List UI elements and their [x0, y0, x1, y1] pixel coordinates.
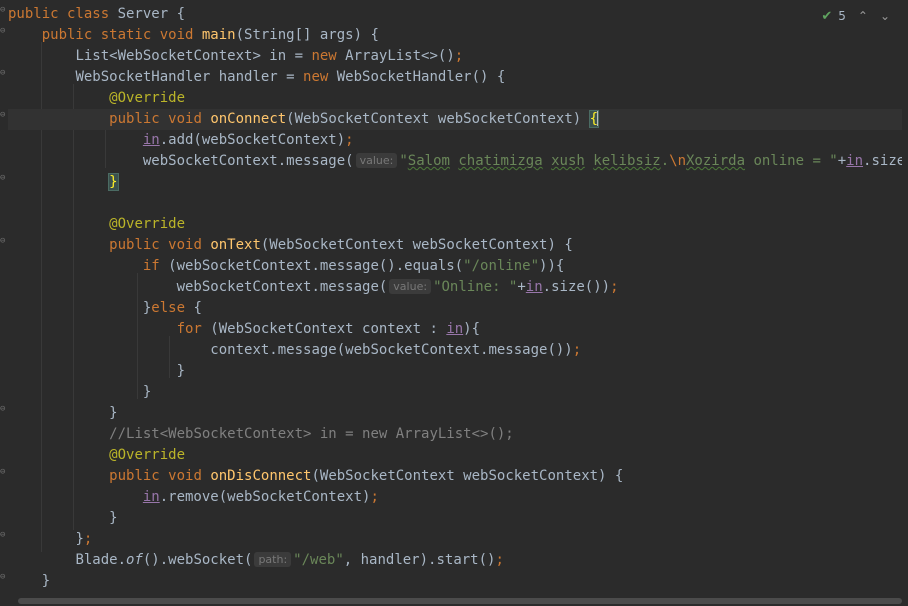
inspections-widget[interactable]: ✔ 5 ⌃ ⌄ — [821, 7, 890, 25]
code-line-27[interactable]: Blade.of().webSocket(path: "/web", handle… — [8, 550, 908, 571]
code-line-12[interactable]: public void onText(WebSocketContext webS… — [8, 235, 908, 256]
code-line-9[interactable]: } — [8, 172, 908, 193]
code-line-4[interactable]: WebSocketHandler handler = new WebSocket… — [8, 67, 908, 88]
code-editor[interactable]: ⊖ ⊖ ⊖ ⊖ ⊖ ⊖ ⊖ ⊖ ⊖ ⊖ public class Server … — [0, 0, 908, 596]
warning-count: 5 — [838, 9, 846, 23]
next-highlight-button[interactable]: ⌄ — [880, 9, 890, 23]
text-caret — [597, 110, 600, 126]
code-line-1[interactable]: public class Server { — [8, 4, 908, 25]
scrollbar-thumb[interactable] — [18, 598, 902, 604]
code-line-24[interactable]: in.remove(webSocketContext); — [8, 487, 908, 508]
previous-highlight-button[interactable]: ⌃ — [858, 9, 868, 23]
code-line-16[interactable]: for (WebSocketContext context : in){ — [8, 319, 908, 340]
checkmark-icon: ✔ — [821, 8, 833, 24]
code-line-8[interactable]: webSocketContext.message(value: "Salom ch… — [8, 151, 908, 172]
code-line-23[interactable]: public void onDisConnect(WebSocketContex… — [8, 466, 908, 487]
code-line-22[interactable]: @Override — [8, 445, 908, 466]
parameter-hint: value: — [389, 279, 432, 294]
vertical-scrollbar[interactable] — [902, 0, 908, 596]
code-line-6[interactable]: public void onConnect(WebSocketContext w… — [8, 109, 908, 130]
parameter-hint: value: — [355, 153, 398, 168]
code-line-17[interactable]: context.message(webSocketContext.message… — [8, 340, 908, 361]
code-line-18[interactable]: } — [8, 361, 908, 382]
code-line-5[interactable]: @Override — [8, 88, 908, 109]
code-line-21[interactable]: //List<WebSocketContext> in = new ArrayL… — [8, 424, 908, 445]
code-line-26[interactable]: }; — [8, 529, 908, 550]
code-line-3[interactable]: List<WebSocketContext> in = new ArrayLis… — [8, 46, 908, 67]
code-line-25[interactable]: } — [8, 508, 908, 529]
code-line-28[interactable]: } — [8, 571, 908, 592]
code-line-13[interactable]: if (webSocketContext.message().equals("/… — [8, 256, 908, 277]
code-line-7[interactable]: in.add(webSocketContext); — [8, 130, 908, 151]
code-line-19[interactable]: } — [8, 382, 908, 403]
parameter-hint: path: — [254, 552, 292, 567]
code-line-2[interactable]: public static void main(String[] args) { — [8, 25, 908, 46]
code-line-15[interactable]: }else { — [8, 298, 908, 319]
code-line-11[interactable]: @Override — [8, 214, 908, 235]
matched-brace: } — [108, 173, 119, 191]
code-line-14[interactable]: webSocketContext.message(value: "Online: … — [8, 277, 908, 298]
horizontal-scrollbar[interactable] — [0, 596, 908, 606]
code-line-20[interactable]: } — [8, 403, 908, 424]
